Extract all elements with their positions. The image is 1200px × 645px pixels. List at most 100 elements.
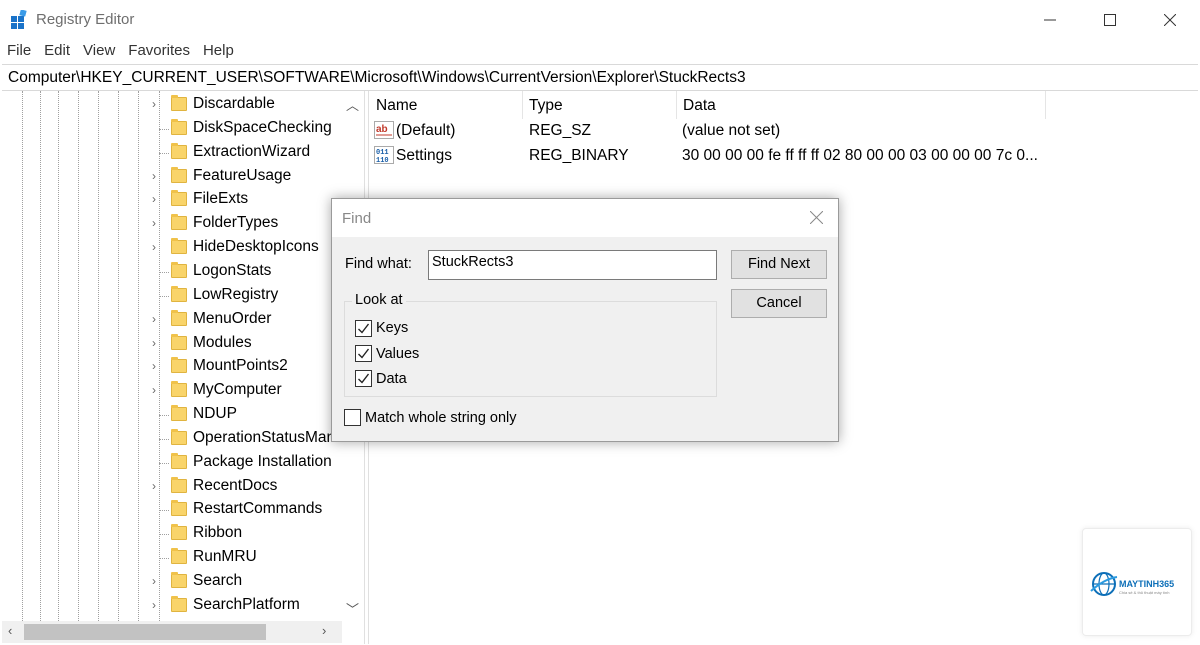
- tree-item-label: ExtractionWizard: [193, 142, 311, 160]
- tree-item-label: NDUP: [193, 405, 237, 423]
- find-what-label: Find what:: [345, 256, 412, 272]
- tree-item[interactable]: › HideDesktopIcons: [2, 236, 342, 260]
- find-dialog: Find Find what: StuckRects3 Find Next Ca…: [331, 198, 839, 442]
- tree-item[interactable]: Package Installation: [2, 451, 342, 475]
- tree-item[interactable]: ExtractionWizard: [2, 141, 342, 165]
- expand-arrow-icon[interactable]: ›: [152, 97, 164, 111]
- folder-icon: [171, 95, 187, 111]
- maximize-icon: [1104, 14, 1116, 26]
- tree-item[interactable]: › MenuOrder: [2, 308, 342, 332]
- tree-item-label: FileExts: [193, 190, 249, 208]
- menu-view[interactable]: View: [76, 40, 121, 64]
- tree-item[interactable]: › RecentDocs: [2, 475, 342, 499]
- tree-item-label: Modules: [193, 333, 252, 351]
- tree-connector: [159, 510, 169, 512]
- tree-connector: [159, 295, 169, 297]
- column-header-data[interactable]: Data: [677, 91, 1045, 119]
- scroll-down-arrow-icon[interactable]: ﹀: [346, 599, 359, 618]
- expand-arrow-icon[interactable]: ›: [152, 312, 164, 326]
- column-header-type[interactable]: Type: [523, 91, 676, 119]
- tree-item[interactable]: Ribbon: [2, 522, 342, 546]
- column-divider[interactable]: [1045, 91, 1046, 119]
- scroll-right-arrow-icon[interactable]: ›: [322, 623, 326, 638]
- menu-edit[interactable]: Edit: [37, 40, 76, 64]
- folder-icon: [171, 166, 187, 183]
- tree-item[interactable]: › FeatureUsage: [2, 165, 342, 189]
- data-checkbox[interactable]: [355, 370, 372, 387]
- expand-arrow-icon[interactable]: ›: [152, 479, 164, 493]
- match-whole-string-checkbox[interactable]: [344, 409, 361, 426]
- tree-item-label: Package Installation: [193, 452, 332, 470]
- value-row[interactable]: 011 110 Settings REG_BINARY 30 00 00 00 …: [370, 144, 1198, 169]
- data-checkbox-label[interactable]: Data: [376, 371, 407, 387]
- close-button[interactable]: [1140, 0, 1200, 40]
- tree-connector: [159, 534, 169, 536]
- find-dialog-titlebar[interactable]: Find: [332, 199, 838, 237]
- tree-item[interactable]: NDUP: [2, 403, 342, 427]
- key-tree[interactable]: › Discardable DiskSpaceChecking ExtractionW…: [2, 91, 365, 644]
- tree-item-label: MyComputer: [193, 381, 282, 399]
- tree-item[interactable]: LowRegistry: [2, 284, 342, 308]
- match-whole-string-label[interactable]: Match whole string only: [365, 410, 517, 426]
- folder-icon: [171, 524, 187, 541]
- tree-item[interactable]: DiskSpaceChecking: [2, 117, 342, 141]
- scroll-thumb[interactable]: [24, 624, 266, 640]
- tree-item[interactable]: › MountPoints2: [2, 355, 342, 379]
- tree-item-label: MountPoints2: [193, 357, 288, 375]
- find-next-button[interactable]: Find Next: [731, 250, 827, 279]
- tree-item[interactable]: › SearchPlatform: [2, 594, 342, 618]
- menu-favorites[interactable]: Favorites: [121, 40, 196, 64]
- scroll-left-arrow-icon[interactable]: ‹: [8, 623, 12, 638]
- tree-connector: [159, 128, 169, 130]
- keys-checkbox[interactable]: [355, 320, 372, 337]
- expand-arrow-icon[interactable]: ›: [152, 169, 164, 183]
- svg-text:110: 110: [376, 157, 389, 164]
- expand-arrow-icon[interactable]: ›: [152, 359, 164, 373]
- cancel-button[interactable]: Cancel: [731, 289, 827, 318]
- tree-item-label: Discardable: [193, 95, 275, 112]
- tree-item[interactable]: › MyComputer: [2, 379, 342, 403]
- tree-item[interactable]: LogonStats: [2, 260, 342, 284]
- address-bar[interactable]: Computer\HKEY_CURRENT_USER\SOFTWARE\Micr…: [2, 64, 1198, 91]
- tree-item[interactable]: › FolderTypes: [2, 212, 342, 236]
- tree-item[interactable]: › Search: [2, 570, 342, 594]
- tree-connector: [159, 438, 169, 440]
- expand-arrow-icon[interactable]: ›: [152, 216, 164, 230]
- tree-horizontal-scrollbar[interactable]: ‹ ›: [2, 621, 342, 643]
- tree-connector: [159, 558, 169, 560]
- expand-arrow-icon[interactable]: ›: [152, 336, 164, 350]
- find-dialog-close-button[interactable]: [804, 207, 828, 229]
- keys-checkbox-label[interactable]: Keys: [376, 320, 408, 336]
- tree-item[interactable]: RunMRU: [2, 546, 342, 570]
- find-what-input[interactable]: StuckRects3: [428, 250, 717, 280]
- column-header-name[interactable]: Name: [370, 91, 522, 119]
- expand-arrow-icon[interactable]: ›: [152, 192, 164, 206]
- expand-arrow-icon[interactable]: ›: [152, 240, 164, 254]
- tree-item-label: Ribbon: [193, 524, 243, 542]
- expand-arrow-icon[interactable]: ›: [152, 574, 164, 588]
- tree-item[interactable]: › Modules: [2, 332, 342, 356]
- menu-help[interactable]: Help: [196, 40, 240, 64]
- folder-icon: [171, 405, 187, 422]
- folder-icon: [171, 238, 187, 255]
- minimize-button[interactable]: [1020, 0, 1080, 40]
- folder-icon: [171, 548, 187, 565]
- folder-icon: [171, 572, 187, 588]
- folder-icon: [171, 452, 187, 469]
- expand-arrow-icon[interactable]: ›: [152, 598, 164, 612]
- folder-icon: [171, 476, 187, 493]
- expand-arrow-icon[interactable]: ›: [152, 383, 164, 397]
- tree-item[interactable]: › Discardable: [2, 93, 342, 117]
- menu-file[interactable]: File: [0, 40, 37, 64]
- tree-item[interactable]: RestartCommands: [2, 498, 342, 522]
- tree-item[interactable]: › FileExts: [2, 188, 342, 212]
- tree-item[interactable]: OperationStatusMana: [2, 427, 344, 451]
- values-checkbox[interactable]: [355, 345, 372, 362]
- tree-connector: [159, 152, 169, 154]
- values-checkbox-label[interactable]: Values: [376, 346, 419, 362]
- tree-item-label: SearchPlatform: [193, 595, 300, 613]
- value-row[interactable]: ab (Default) REG_SZ (value not set): [370, 119, 1198, 144]
- scroll-up-arrow-icon[interactable]: ︿: [346, 95, 359, 114]
- maximize-button[interactable]: [1080, 0, 1140, 40]
- tree-item-label: Search: [193, 572, 243, 589]
